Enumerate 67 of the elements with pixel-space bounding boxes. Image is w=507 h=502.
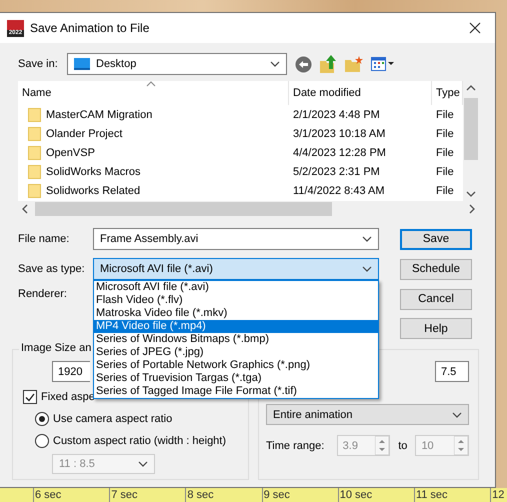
radio-label: Use camera aspect ratio bbox=[53, 413, 172, 425]
file-name-cell[interactable]: MasterCAM Migration bbox=[18, 105, 289, 124]
folder-icon bbox=[28, 108, 41, 122]
renderer-label: Renderer: bbox=[18, 288, 68, 302]
column-header[interactable]: Date modified bbox=[289, 81, 432, 105]
help-button[interactable]: Help bbox=[400, 318, 472, 339]
spinner-arrows-icon[interactable] bbox=[454, 436, 468, 455]
file-type-option[interactable]: Series of Tagged Image File Format (*.tif) bbox=[94, 385, 378, 398]
type-cell-text: File bbox=[435, 108, 455, 122]
type-cell-text: File bbox=[435, 126, 455, 142]
view-menu-icon[interactable] bbox=[371, 57, 395, 71]
width-field[interactable]: 1920 bbox=[52, 361, 90, 382]
save-in-label: Save in: bbox=[18, 58, 59, 70]
type-cell-text: File bbox=[435, 164, 455, 180]
file-type-option[interactable]: Series of JPEG (*.jpg) bbox=[94, 346, 378, 359]
time-tick-label: 6 sec bbox=[33, 488, 110, 502]
file-name-cell[interactable]: SolidWorks Macros bbox=[18, 162, 289, 181]
back-icon[interactable] bbox=[295, 56, 312, 72]
type-cell-text: File bbox=[435, 184, 455, 198]
date-cell-text: 5/2/2023 2:31 PM bbox=[292, 164, 381, 180]
file-name-cell[interactable]: OpenVSP bbox=[18, 143, 289, 162]
file-type-option[interactable]: Flash Video (*.flv) bbox=[94, 294, 378, 307]
radio-label: Custom aspect ratio (width : height) bbox=[53, 435, 226, 447]
save-button[interactable]: Save bbox=[400, 228, 472, 250]
cancel-button[interactable]: Cancel bbox=[400, 288, 472, 310]
file-name-cell[interactable]: Solidworks Related bbox=[18, 181, 289, 200]
folder-icon bbox=[28, 184, 41, 198]
to-label: to bbox=[398, 440, 408, 452]
save-as-type-label: Save as type: bbox=[18, 263, 86, 275]
desktop-icon bbox=[74, 58, 90, 70]
file-name-cell[interactable]: Olander Project bbox=[18, 124, 289, 143]
time-range-label: Time range: bbox=[266, 440, 326, 452]
file-type-option[interactable]: Matroska Video file (*.mkv) bbox=[94, 307, 378, 320]
folder-up-icon[interactable] bbox=[320, 55, 337, 73]
file-type-dropdown[interactable]: Microsoft AVI file (*.avi) bbox=[93, 258, 379, 280]
file-name-label: File name: bbox=[18, 233, 70, 245]
date-cell-text: 2/1/2023 4:48 PM bbox=[292, 108, 381, 122]
date-cell-text: 4/4/2023 12:28 PM bbox=[292, 146, 387, 160]
folder-icon bbox=[28, 126, 41, 140]
time-tick-label: 9 sec bbox=[262, 488, 338, 502]
type-cell-text: File bbox=[435, 146, 455, 160]
file-type-option[interactable]: Series of Windows Bitmaps (*.bmp) bbox=[94, 333, 378, 346]
folder-icon bbox=[28, 164, 41, 178]
window-title: Save Animation to File bbox=[30, 21, 150, 35]
folder-icon bbox=[28, 146, 41, 160]
radio-button[interactable] bbox=[35, 412, 49, 426]
date-cell-text: 11/4/2022 8:43 AM bbox=[292, 184, 386, 198]
time-tick-label: 11 sec bbox=[414, 488, 490, 502]
time-tick-label: 7 sec bbox=[109, 488, 186, 502]
save-in-dropdown[interactable]: Desktop bbox=[67, 53, 287, 75]
checkmark-icon bbox=[25, 392, 35, 402]
group-title: Image Size an bbox=[19, 342, 94, 354]
file-name-field[interactable]: Frame Assembly.avi bbox=[93, 228, 379, 250]
column-header[interactable]: Name bbox=[18, 81, 289, 105]
time-tick-label: 12 bbox=[490, 488, 504, 502]
schedule-button[interactable]: Schedule bbox=[400, 258, 472, 280]
sort-caret-icon bbox=[146, 81, 156, 87]
file-type-option[interactable]: MP4 Video file (*.mp4) bbox=[94, 320, 378, 333]
file-type-option[interactable]: Microsoft AVI file (*.avi) bbox=[94, 281, 378, 294]
time-tick-label: 10 sec bbox=[338, 488, 414, 502]
file-type-option[interactable]: Series of Portable Network Graphics (*.png) bbox=[94, 359, 378, 372]
new-folder-icon[interactable] bbox=[345, 56, 363, 72]
date-cell-text: 3/1/2023 10:18 AM bbox=[292, 126, 386, 142]
radio-button[interactable] bbox=[35, 434, 49, 448]
time-tick-label: 8 sec bbox=[185, 488, 262, 502]
checkbox[interactable] bbox=[23, 390, 37, 404]
file-type-option[interactable]: Series of Truevision Targas (*.tga) bbox=[94, 372, 378, 385]
